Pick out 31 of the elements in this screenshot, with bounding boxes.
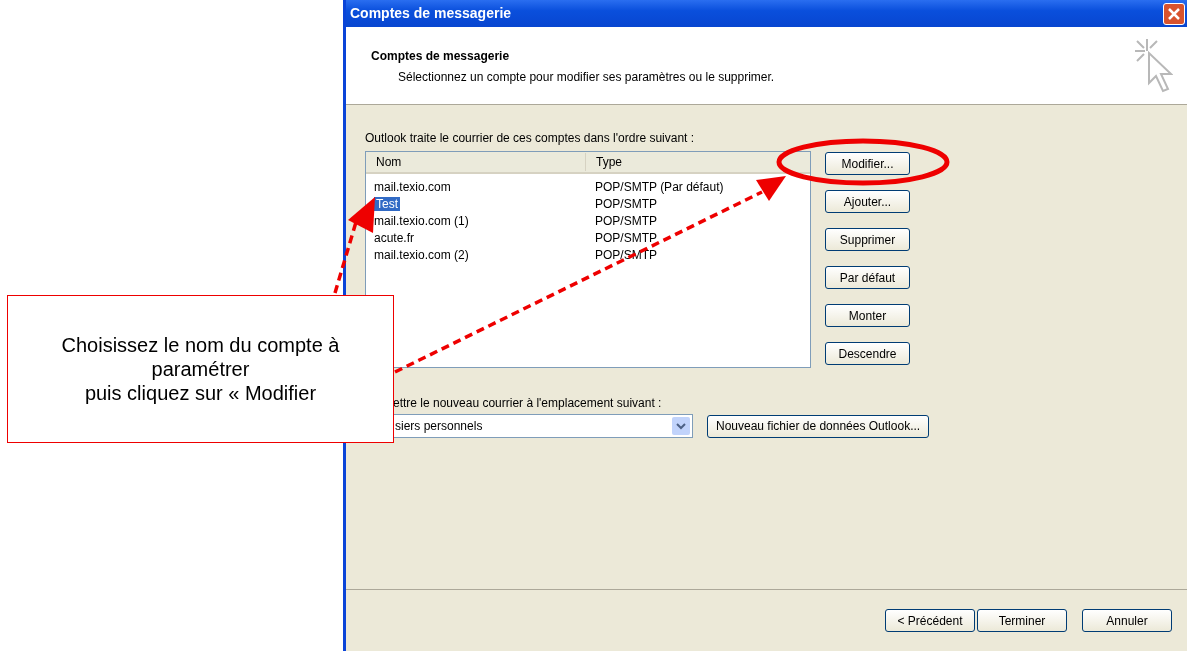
account-action-button[interactable]: Par défaut <box>825 266 910 289</box>
account-action-button[interactable]: Supprimer <box>825 228 910 251</box>
account-action-button[interactable]: Monter <box>825 304 910 327</box>
wizard-button[interactable]: < Précédent <box>885 609 975 632</box>
wizard-button[interactable]: Annuler <box>1082 609 1172 632</box>
column-header[interactable]: Type <box>586 153 622 171</box>
account-name[interactable]: mail.texio.com (1) <box>374 213 469 228</box>
list-label: Outlook traite le courrier de ces comptes dans l'ordre suivant : <box>365 130 696 147</box>
close-button[interactable] <box>1163 2 1185 25</box>
chevron-down-icon <box>676 422 686 430</box>
wizard-button[interactable]: Terminer <box>977 609 1067 632</box>
new-data-file-button[interactable]: Nouveau fichier de données Outlook... <box>707 414 930 438</box>
delivery-dropdown[interactable]: siers personnels <box>394 414 693 438</box>
account-name[interactable]: acute.fr <box>374 230 415 245</box>
account-name[interactable]: mail.texio.com (2) <box>374 247 469 262</box>
account-action-button[interactable]: Descendre <box>825 342 910 365</box>
account-type: POP/SMTP <box>594 229 657 247</box>
header-subtitle: Sélectionnez un compte pour modifier ses paramètres ou le supprimer. <box>397 69 775 86</box>
column-header[interactable]: Nom <box>366 153 586 171</box>
window-title: Comptes de messagerie <box>350 4 512 23</box>
account-name[interactable]: mail.texio.com <box>374 179 451 194</box>
account-type: POP/SMTP (Par défaut) <box>594 178 724 196</box>
account-name[interactable]: Test <box>374 196 400 211</box>
account-action-button[interactable]: Modifier... <box>825 152 910 175</box>
account-action-button[interactable]: Ajouter... <box>825 190 910 213</box>
close-icon <box>1167 6 1181 21</box>
account-type: POP/SMTP <box>594 212 657 230</box>
header-title: Comptes de messagerie <box>371 48 511 65</box>
delivery-label: ettre le nouveau courrier à l'emplacement suivant : <box>392 395 663 412</box>
account-type: POP/SMTP <box>594 195 657 213</box>
callout-tooltip: Choisissez le nom du compte à paramétrer puis cliquez sur « Modifier <box>7 295 394 443</box>
